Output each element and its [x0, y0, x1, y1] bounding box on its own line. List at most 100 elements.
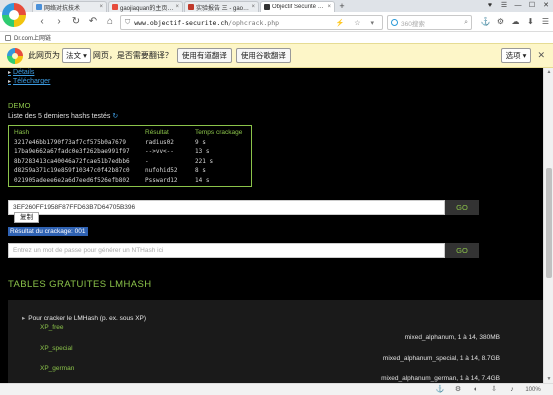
search-icon[interactable]: ⌕: [464, 19, 468, 27]
window-controls: ♥ ☰ — ☐ ✕: [483, 0, 553, 12]
table-info: mixed_alphanum_german, 1 à 14, 7.4GB: [381, 375, 500, 382]
blog-icon: [188, 4, 194, 10]
blog-icon: [112, 4, 118, 10]
close-icon[interactable]: ×: [175, 4, 179, 10]
theme-icon[interactable]: ◐: [467, 385, 485, 395]
tab-strip: 网络对抗技术 × gaojiaquan的主页 - 博客 × 实验报告 三 - g…: [0, 0, 553, 12]
cloud-icon[interactable]: ☁: [508, 16, 523, 28]
close-icon[interactable]: ✕: [537, 50, 545, 61]
browser-logo-icon: [7, 47, 23, 64]
tables-panel: [8, 300, 543, 383]
crack-result: Résultat du crackage: 001: [8, 227, 88, 236]
tab-network[interactable]: 网络对抗技术 ×: [32, 1, 107, 12]
url-path: /ophcrack.php: [228, 18, 280, 27]
extension-icon[interactable]: ⚓: [478, 16, 493, 28]
bookmark-icon: [5, 34, 11, 41]
hash-input[interactable]: 3EF260FF1958F87FFD63B7D64705B396: [8, 200, 445, 215]
tab-title: Objectif Sécurité - Opht: [272, 4, 325, 10]
status-icons: ⚓ ⚙ ◐ ⇩ ♪ 100%: [431, 385, 545, 395]
details-link[interactable]: ▸ Détails: [8, 69, 34, 76]
demo-title: DEMO: [8, 101, 31, 110]
table-info: mixed_alphanum, 1 à 14, 380MB: [404, 334, 500, 341]
address-bar-icons[interactable]: ⚡ ☆ ▾: [336, 19, 378, 27]
table-row: d8259a371c19e859f10347c0f42b87c0 nufohid5…: [14, 167, 206, 175]
table-row: 3217e46bb1790f73af7cf575b0a7679 radius02 9…: [14, 138, 206, 146]
tab-ophcrack[interactable]: Objectif Sécurité - Opht ×: [260, 1, 335, 12]
table-link-xp-free[interactable]: XP_free: [40, 324, 64, 331]
security-shield-icon[interactable]: ⛉: [125, 19, 130, 27]
close-icon[interactable]: ×: [251, 4, 255, 10]
search-engine-icon[interactable]: [391, 19, 398, 26]
forward-button[interactable]: ›: [53, 16, 65, 28]
undo-close-button[interactable]: ↶: [87, 16, 99, 28]
accelerator-icon[interactable]: ⚓: [431, 385, 449, 395]
navigation-toolbar: ‹ › ↻ ↶ ⌂ ⛉ www.objectif-securite.ch /op…: [0, 12, 553, 32]
download-icon[interactable]: ⬇: [523, 16, 538, 28]
bookmarks-bar: Dr.com上网链: [0, 32, 553, 43]
tab-blog[interactable]: gaojiaquan的主页 - 博客 ×: [108, 1, 183, 12]
zoom-level[interactable]: 100%: [521, 385, 545, 395]
table-info: mixed_alphanum_special, 1 à 14, 8.7GB: [382, 355, 500, 362]
translate-options-select[interactable]: 选项 ▾: [500, 48, 532, 63]
browser-logo-icon[interactable]: [2, 3, 26, 27]
toolbar-icons: ⚓ ⚙ ☁ ⬇ ☰: [478, 16, 553, 28]
sound-icon[interactable]: ♪: [503, 385, 521, 395]
google-translate-button[interactable]: 使用谷歌翻译: [235, 48, 291, 63]
settings-icon[interactable]: ⚙: [449, 385, 467, 395]
home-button[interactable]: ⌂: [104, 16, 116, 28]
address-bar[interactable]: ⛉ www.objectif-securite.ch /ophcrack.php…: [120, 15, 383, 30]
minimize-button[interactable]: —: [511, 0, 525, 12]
page-content: ▸ Détails ▸ Télécharger DEMO Liste des 5 d…: [0, 68, 543, 383]
download-link[interactable]: ▸ Télécharger: [8, 78, 50, 85]
site-icon: [264, 4, 270, 10]
favorite-icon[interactable]: ♥: [483, 0, 497, 12]
download-icon[interactable]: ⇩: [485, 385, 503, 395]
youdao-translate-button[interactable]: 使用有道翻译: [176, 48, 232, 63]
translate-bar: 此网页为 法文 ▾ 网页，是否需要翻译？ 使用有道翻译 使用谷歌翻译 选项 ▾ …: [0, 43, 553, 68]
tab-title: gaojiaquan的主页 - 博客: [120, 5, 173, 12]
bookmark-item[interactable]: Dr.com上网链: [14, 33, 51, 42]
nthash-input[interactable]: Entrez un mot de passe pour générer un N…: [8, 243, 445, 258]
recent-hashes-label: Liste des 5 derniers hashs testés ↻: [8, 113, 119, 120]
tab-title: 实验报告 三 - gaojiaquan: [196, 5, 250, 12]
table-header: Hash Résultat Temps crackage: [14, 129, 243, 137]
reload-button[interactable]: ↻: [70, 16, 82, 28]
language-select[interactable]: 法文 ▾: [62, 48, 91, 63]
hash-table: Hash Résultat Temps crackage 3217e46bb17…: [8, 125, 252, 187]
refresh-icon[interactable]: ↻: [112, 113, 118, 120]
search-input[interactable]: 360搜索 ⌕: [387, 15, 472, 30]
table-link-xp-special[interactable]: XP_special: [40, 345, 73, 352]
lmhash-tip: ▸ Pour cracker le LMHash (p. ex. sous XP): [22, 315, 147, 322]
scroll-down-icon[interactable]: ▼: [544, 375, 553, 383]
table-row: 8b7283413ca40046a72fcae51b7edbb6-221 s: [14, 157, 214, 165]
table-row: 17ba9e662a67fadc0e3f262bae991f97 -->vv<--…: [14, 148, 210, 156]
nthash-go-button[interactable]: GO: [445, 243, 479, 258]
tab-report[interactable]: 实验报告 三 - gaojiaquan ×: [184, 1, 259, 12]
arrow-icon: ▸: [8, 79, 12, 85]
scroll-thumb[interactable]: [546, 168, 552, 278]
table-link-xp-german[interactable]: XP_german: [40, 365, 74, 372]
back-button[interactable]: ‹: [36, 16, 48, 28]
arrow-icon: ▸: [22, 315, 26, 322]
maximize-button[interactable]: ☐: [525, 0, 539, 12]
close-icon[interactable]: ×: [327, 4, 331, 10]
settings-icon[interactable]: ⚙: [493, 16, 508, 28]
translate-question: 网页，是否需要翻译？: [92, 51, 173, 60]
close-window-button[interactable]: ✕: [539, 0, 553, 12]
search-placeholder: 360搜索: [401, 20, 425, 28]
vertical-scrollbar[interactable]: ▲ ▼: [543, 68, 553, 383]
scroll-up-icon[interactable]: ▲: [544, 68, 553, 76]
new-tab-button[interactable]: +: [336, 1, 348, 12]
tab-title: 网络对抗技术: [44, 5, 81, 12]
crack-go-button[interactable]: GO: [445, 200, 479, 215]
url-host: www.objectif-securite.ch: [134, 18, 229, 27]
translate-prefix: 此网页为: [28, 51, 60, 60]
page-icon: [36, 4, 42, 10]
arrow-icon: ▸: [8, 70, 12, 76]
copy-button[interactable]: 复制: [14, 212, 39, 223]
status-bar: ⚓ ⚙ ◐ ⇩ ♪ 100%: [0, 383, 553, 395]
menu-icon[interactable]: ☰: [497, 0, 511, 12]
close-icon[interactable]: ×: [99, 4, 103, 10]
menu-icon[interactable]: ☰: [538, 16, 553, 28]
table-row: 021905adeee6e2a6d7eed6f526efb802 Pssward1…: [14, 176, 210, 184]
